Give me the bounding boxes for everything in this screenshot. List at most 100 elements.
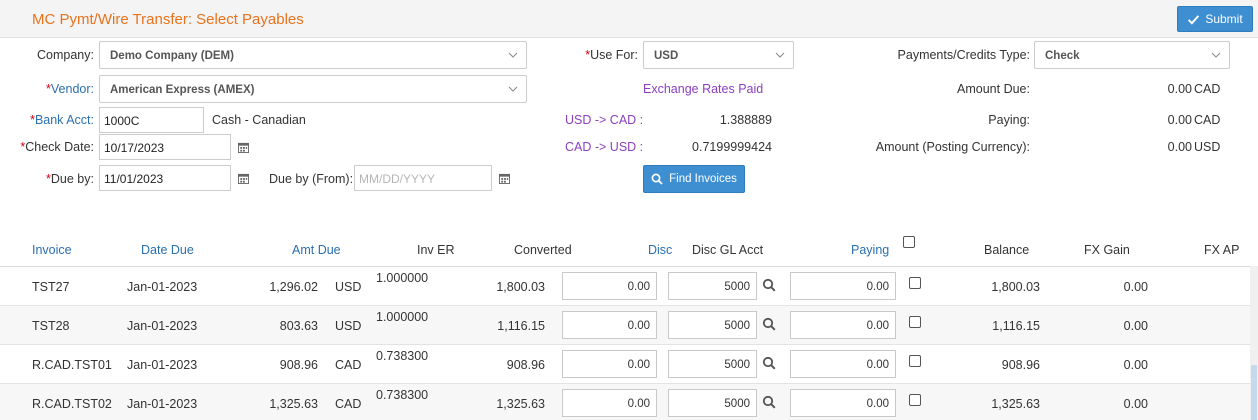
search-icon [651, 173, 663, 185]
table-row[interactable]: TST28 Jan-01-2023 803.63 USD 1.000000 1,… [0, 306, 1258, 345]
select-all-checkbox[interactable] [903, 236, 915, 248]
paying-label: Paying: [988, 113, 1030, 127]
calendar-icon[interactable] [230, 165, 256, 191]
due-by-input[interactable]: 11/01/2023 [99, 165, 231, 191]
calendar-icon[interactable] [230, 134, 256, 160]
fx-gain-cell: 0.00 [1123, 319, 1148, 333]
vendor-select[interactable]: American Express (AMEX) [99, 75, 527, 103]
balance-cell: 908.96 [1001, 358, 1040, 372]
amount-due-label: Amount Due: [957, 82, 1030, 96]
balance-cell: 1,325.63 [991, 397, 1040, 411]
column-disc[interactable]: Disc [648, 243, 672, 257]
vendor-label-text: Vendor: [50, 82, 94, 96]
search-icon[interactable] [762, 356, 776, 370]
posting-amount-value: 0.00 [1167, 140, 1192, 154]
disc-input[interactable]: 0.00 [562, 272, 657, 300]
row-checkbox[interactable] [909, 277, 921, 289]
amt-due-cell: 908.96 [279, 358, 318, 372]
paying-input[interactable]: 0.00 [790, 311, 896, 339]
disc-gl-acct-input[interactable]: 5000 [668, 311, 757, 339]
posting-amount-label: Amount (Posting Currency): [875, 140, 1030, 154]
check-date-label-text: Check Date: [25, 140, 94, 154]
invoice-cell: R.CAD.TST01 [32, 358, 112, 372]
rate-usd-cad-label: USD -> CAD : [565, 113, 644, 127]
column-converted: Converted [514, 243, 572, 257]
inv-er-cell: 1.000000 [376, 310, 429, 324]
calendar-icon[interactable] [491, 165, 517, 191]
column-invoice[interactable]: Invoice [32, 243, 72, 257]
title-bar: MC Pymt/Wire Transfer: Select Payables S… [0, 0, 1258, 38]
table-row[interactable]: R.CAD.TST02 Jan-01-2023 1,325.63 CAD 0.7… [0, 384, 1258, 420]
chevron-down-icon [508, 52, 518, 58]
disc-input[interactable]: 0.00 [562, 389, 657, 417]
bank-acct-description: Cash - Canadian [212, 113, 306, 127]
due-from-input[interactable]: MM/DD/YYYY [354, 165, 492, 191]
column-date-due[interactable]: Date Due [141, 243, 194, 257]
fx-gain-cell: 0.00 [1123, 280, 1148, 294]
bank-acct-input[interactable]: 1000C [99, 107, 204, 133]
date-due-cell: Jan-01-2023 [127, 397, 198, 411]
disc-input[interactable]: 0.00 [562, 350, 657, 378]
disc-gl-acct-input[interactable]: 5000 [668, 389, 757, 417]
disc-gl-acct-input[interactable]: 5000 [668, 272, 757, 300]
amount-due-value: 0.00 [1167, 82, 1192, 96]
converted-cell: 1,325.63 [496, 397, 545, 411]
find-invoices-button[interactable]: Find Invoices [643, 165, 745, 193]
rate-cad-usd-label: CAD -> USD : [565, 140, 644, 154]
converted-cell: 1,800.03 [496, 280, 545, 294]
grid-scrollbar[interactable] [1251, 365, 1257, 420]
chevron-down-icon [1211, 52, 1221, 58]
column-inv-er: Inv ER [417, 243, 455, 257]
paying-currency: CAD [1194, 113, 1221, 127]
fx-gain-cell: 0.00 [1123, 358, 1148, 372]
company-select[interactable]: Demo Company (DEM) [99, 41, 527, 69]
column-paying[interactable]: Paying [851, 243, 889, 257]
search-icon[interactable] [762, 278, 776, 292]
due-from-label: Due by (From): [269, 172, 354, 186]
row-checkbox[interactable] [909, 316, 921, 328]
check-date-label: *Check Date: [20, 140, 94, 154]
fx-gain-cell: 0.00 [1123, 397, 1148, 411]
amt-due-cell: 803.63 [279, 319, 318, 333]
row-checkbox[interactable] [909, 394, 921, 406]
chevron-down-icon [508, 86, 518, 92]
column-amt-due[interactable]: Amt Due [292, 243, 341, 257]
payment-type-select[interactable]: Check [1034, 41, 1230, 69]
paying-input[interactable]: 0.00 [790, 350, 896, 378]
row-checkbox[interactable] [909, 355, 921, 367]
chevron-down-icon [775, 52, 785, 58]
paying-input[interactable]: 0.00 [790, 272, 896, 300]
date-due-cell: Jan-01-2023 [127, 280, 198, 294]
disc-gl-acct-input[interactable]: 5000 [668, 350, 757, 378]
page-title: MC Pymt/Wire Transfer: Select Payables [32, 11, 304, 28]
invoice-grid: TST27 Jan-01-2023 1,296.02 USD 1.000000 … [0, 266, 1258, 420]
use-for-select[interactable]: USD [643, 41, 794, 69]
company-value: Demo Company (DEM) [110, 50, 234, 62]
currency-cell: CAD [335, 358, 362, 372]
submit-label: Submit [1205, 12, 1243, 26]
paying-input[interactable]: 0.00 [790, 389, 896, 417]
column-balance: Balance [984, 243, 1030, 257]
column-fx-gain: FX Gain [1084, 243, 1130, 257]
search-icon[interactable] [762, 395, 776, 409]
due-by-label-text: Due by: [50, 172, 94, 186]
amt-due-cell: 1,325.63 [269, 397, 318, 411]
disc-input[interactable]: 0.00 [562, 311, 657, 339]
bank-acct-label-text: Bank Acct: [34, 113, 94, 127]
use-for-label: *Use For: [585, 48, 638, 62]
currency-cell: CAD [335, 397, 362, 411]
invoice-cell: TST27 [32, 280, 70, 294]
rate-usd-cad-value: 1.388889 [719, 113, 772, 127]
use-for-value: USD [654, 50, 679, 62]
search-icon[interactable] [762, 317, 776, 331]
table-row[interactable]: R.CAD.TST01 Jan-01-2023 908.96 CAD 0.738… [0, 345, 1258, 384]
inv-er-cell: 1.000000 [376, 271, 429, 285]
converted-cell: 908.96 [506, 358, 545, 372]
grid-header: Invoice Date Due Amt Due Inv ER Converte… [0, 231, 1258, 266]
vendor-value: American Express (AMEX) [110, 84, 255, 96]
submit-button[interactable]: Submit [1177, 6, 1253, 32]
check-date-input[interactable]: 10/17/2023 [99, 134, 231, 160]
table-row[interactable]: TST27 Jan-01-2023 1,296.02 USD 1.000000 … [0, 267, 1258, 306]
use-for-label-text: Use For: [590, 48, 638, 62]
amount-due-currency: CAD [1194, 82, 1221, 96]
